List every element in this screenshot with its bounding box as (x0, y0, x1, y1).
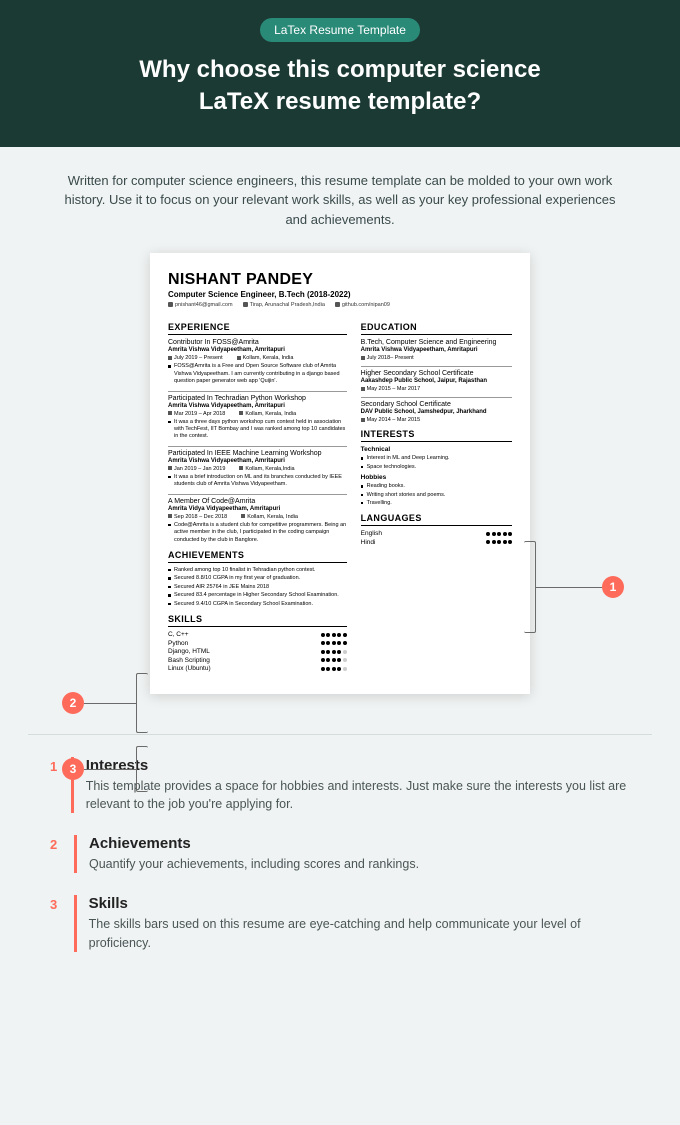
section-education: EDUCATION (361, 322, 512, 332)
resume-left-col: EXPERIENCE Contributor In FOSS@AmritaAmr… (168, 318, 347, 672)
callout-number-2: 2 (62, 692, 84, 714)
resume-subtitle: Computer Science Engineer, B.Tech (2018-… (168, 290, 512, 299)
note-item: 3 Skills The skills bars used on this re… (50, 895, 630, 951)
note-text: This template provides a space for hobbi… (86, 777, 630, 813)
resume-preview: NISHANT PANDEY Computer Science Engineer… (150, 253, 530, 694)
resume-contact: pnishant46@gmail.com Tirap, Arunachal Pr… (168, 302, 512, 308)
callout-3: 3 (62, 746, 148, 792)
note-title: Achievements (89, 835, 419, 852)
intro-text: Written for computer science engineers, … (0, 147, 680, 254)
note-item: 2 Achievements Quantify your achievement… (50, 835, 630, 873)
callout-2: 2 (62, 673, 148, 733)
note-title: Interests (86, 757, 630, 774)
skills-list: C, C++PythonDjango, HTMLBash ScriptingLi… (168, 631, 347, 672)
note-text: The skills bars used on this resume are … (89, 915, 630, 951)
resume-name: NISHANT PANDEY (168, 271, 512, 289)
section-skills: SKILLS (168, 614, 347, 624)
note-text: Quantify your achievements, including sc… (89, 855, 419, 873)
resume-stage: NISHANT PANDEY Computer Science Engineer… (0, 253, 680, 734)
achievements-list: Ranked among top 10 finalist in Tehradia… (168, 567, 347, 608)
section-interests: INTERESTS (361, 429, 512, 439)
resume-right-col: EDUCATION B.Tech, Computer Science and E… (361, 318, 512, 672)
callout-1: 1 (524, 541, 624, 633)
page-title: Why choose this computer science LaTeX r… (40, 54, 640, 119)
section-experience: EXPERIENCE (168, 322, 347, 332)
callout-number-1: 1 (602, 576, 624, 598)
callout-number-3: 3 (62, 758, 84, 780)
languages-list: EnglishHindi (361, 530, 512, 546)
badge: LaTex Resume Template (260, 18, 420, 42)
section-languages: LANGUAGES (361, 513, 512, 523)
section-achievements: ACHIEVEMENTS (168, 550, 347, 560)
hero-section: LaTex Resume Template Why choose this co… (0, 0, 680, 147)
note-title: Skills (89, 895, 630, 912)
